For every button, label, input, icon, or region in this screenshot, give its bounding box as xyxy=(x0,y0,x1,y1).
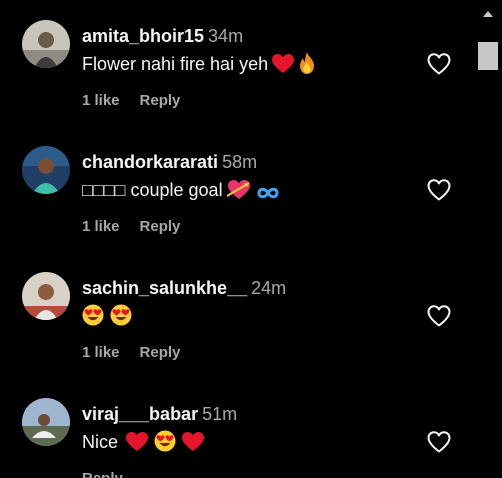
comment-actions: 1 like Reply xyxy=(82,218,180,236)
reply-button[interactable]: Reply xyxy=(140,218,181,235)
heart-with-arrow-icon xyxy=(226,180,251,200)
comment-header: amita_bhoir15 34m xyxy=(82,25,243,47)
comment-item: sachin_salunkhe__ 24m 1 like Reply xyxy=(0,252,474,372)
username[interactable]: viraj___babar xyxy=(82,404,198,424)
like-heart-icon[interactable] xyxy=(426,51,452,77)
comment-text: □□□□ couple goal xyxy=(82,178,279,202)
like-heart-icon[interactable] xyxy=(426,429,452,455)
timestamp: 24m xyxy=(251,278,287,298)
heart-eyes-icon xyxy=(154,430,176,452)
likes-count[interactable]: 1 like xyxy=(82,344,120,361)
avatar[interactable] xyxy=(22,398,70,446)
username[interactable]: amita_bhoir15 xyxy=(82,26,204,46)
username[interactable]: sachin_salunkhe__ xyxy=(82,278,247,298)
comment-body: □□□□ couple goal xyxy=(82,180,223,200)
comment-item: chandorkararati 58m □□□□ couple goal 1 li… xyxy=(0,126,474,246)
scroll-up-arrow-icon[interactable] xyxy=(474,0,502,28)
comment-actions: 1 like Reply xyxy=(82,92,180,110)
avatar[interactable] xyxy=(22,146,70,194)
reply-button[interactable]: Reply xyxy=(140,92,181,109)
red-heart-icon xyxy=(126,432,149,452)
heart-eyes-icon xyxy=(110,304,132,326)
comment-body: Flower nahi fire hai yeh xyxy=(82,54,269,74)
reply-button[interactable]: Reply xyxy=(82,470,123,478)
like-heart-icon[interactable] xyxy=(426,303,452,329)
reply-button[interactable]: Reply xyxy=(140,344,181,361)
comment-header: sachin_salunkhe__ 24m xyxy=(82,277,286,299)
comment-text xyxy=(82,304,132,328)
comments-list: amita_bhoir15 34m Flower nahi fire hai ye… xyxy=(0,0,474,478)
username[interactable]: chandorkararati xyxy=(82,152,218,172)
comment-actions: Reply xyxy=(82,470,123,478)
infinity-icon xyxy=(257,186,279,200)
likes-count[interactable]: 1 like xyxy=(82,218,120,235)
scrollbar-thumb[interactable] xyxy=(478,42,498,70)
comment-item: amita_bhoir15 34m Flower nahi fire hai ye… xyxy=(0,0,474,120)
comment-text: Nice xyxy=(82,430,205,454)
avatar[interactable] xyxy=(22,20,70,68)
scrollbar[interactable] xyxy=(474,0,502,478)
timestamp: 34m xyxy=(208,26,244,46)
timestamp: 51m xyxy=(202,404,238,424)
comment-actions: 1 like Reply xyxy=(82,344,180,362)
heart-eyes-icon xyxy=(82,304,104,326)
comment-header: viraj___babar 51m xyxy=(82,403,237,425)
red-heart-icon xyxy=(182,432,205,452)
timestamp: 58m xyxy=(222,152,258,172)
likes-count[interactable]: 1 like xyxy=(82,92,120,109)
fire-icon xyxy=(298,52,316,74)
like-heart-icon[interactable] xyxy=(426,177,452,203)
red-heart-icon xyxy=(272,54,295,74)
comment-text: Flower nahi fire hai yeh xyxy=(82,52,316,76)
avatar[interactable] xyxy=(22,272,70,320)
comment-header: chandorkararati 58m xyxy=(82,151,257,173)
comment-body: Nice xyxy=(82,432,119,452)
comment-item: viraj___babar51m Nice Reply xyxy=(0,378,474,478)
